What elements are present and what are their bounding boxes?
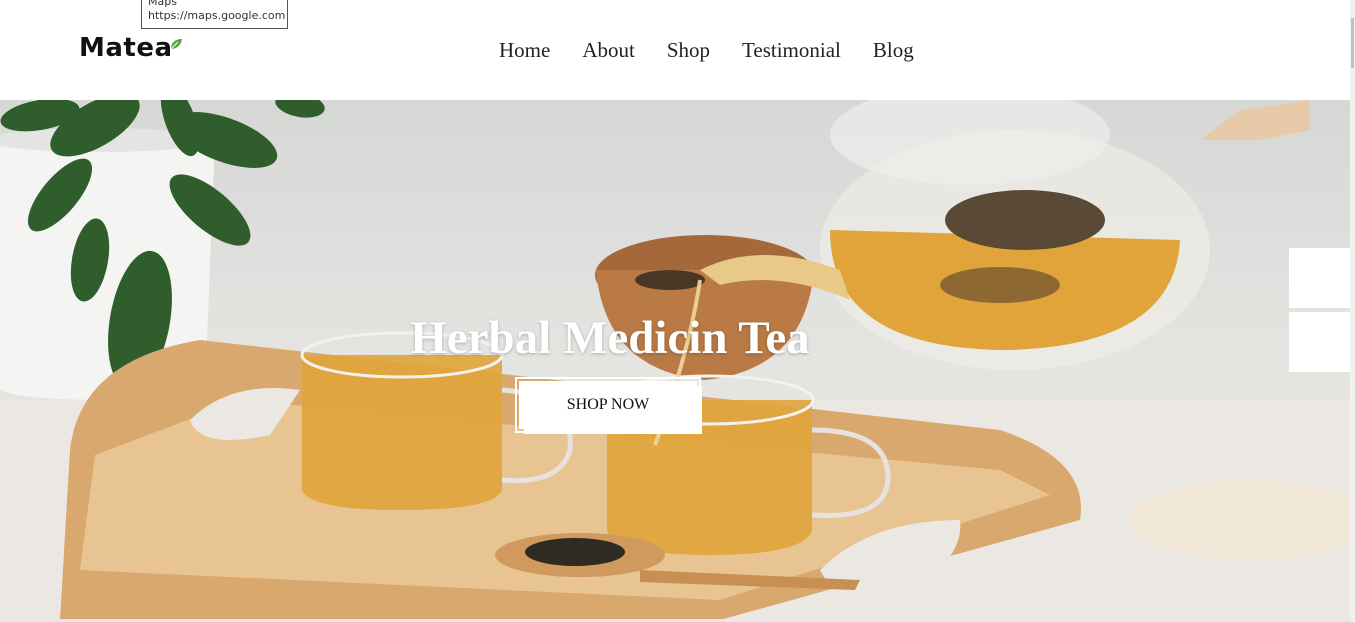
link-tooltip: Maps https://maps.google.com [141, 0, 288, 29]
scrollbar-track[interactable] [1350, 0, 1355, 622]
tooltip-title: Maps [148, 0, 177, 8]
nav-shop[interactable]: Shop [667, 36, 710, 64]
nav-home[interactable]: Home [499, 36, 550, 64]
hero-banner: Herbal Medicin Tea SHOP NOW [0, 100, 1350, 620]
nav-blog[interactable]: Blog [873, 36, 914, 64]
nav-testimonial[interactable]: Testimonial [742, 36, 841, 64]
side-widget-2[interactable] [1289, 312, 1350, 372]
tooltip-url: https://maps.google.com [148, 9, 286, 22]
leaf-icon [170, 39, 182, 50]
shop-now-button[interactable]: SHOP NOW [515, 377, 701, 433]
hero-title: Herbal Medicin Tea [410, 312, 810, 364]
nav-about[interactable]: About [582, 36, 635, 64]
main-nav: Home About Shop Testimonial Blog [499, 36, 946, 64]
logo-text: Matea [79, 33, 173, 63]
site-logo[interactable]: Matea [79, 32, 182, 64]
side-widget-1[interactable] [1289, 248, 1350, 308]
scrollbar-thumb[interactable] [1351, 18, 1354, 68]
